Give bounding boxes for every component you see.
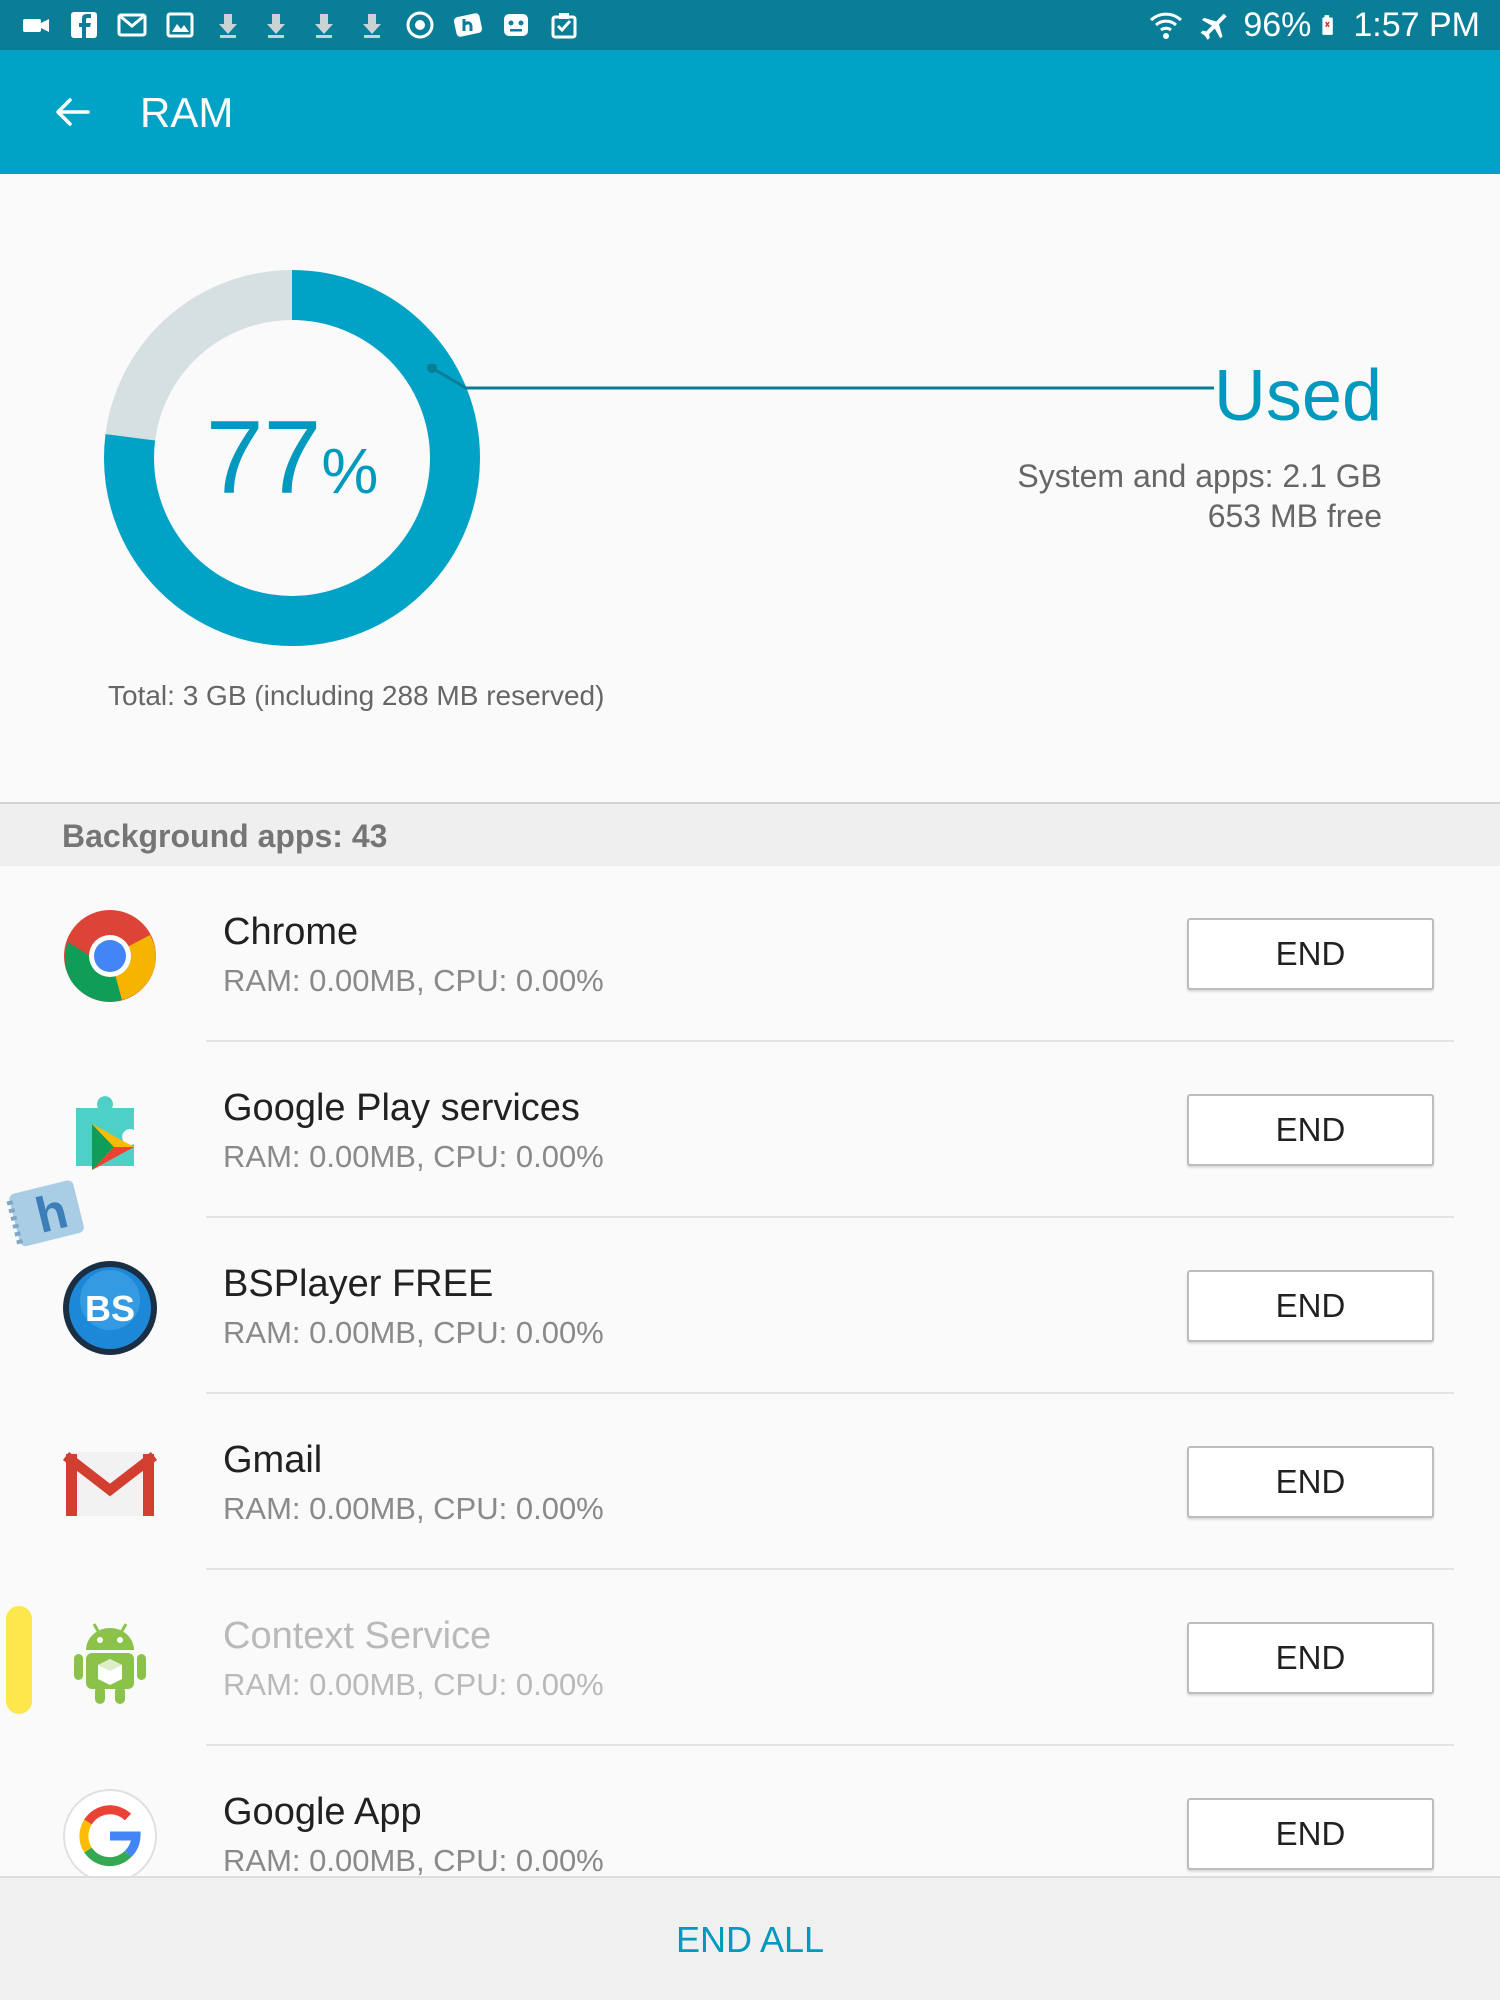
free-memory: 653 MB free xyxy=(1207,498,1382,534)
usage-percent-value: 77 xyxy=(205,400,322,516)
facebook-icon xyxy=(68,9,100,41)
end-button-gmail[interactable]: END xyxy=(1187,1446,1434,1518)
list-item: Chrome RAM: 0.00MB, CPU: 0.00% END xyxy=(0,866,1500,1042)
app-name: Context Service xyxy=(223,1615,492,1657)
chrome-icon xyxy=(62,908,158,1004)
app-name: Google Play services xyxy=(223,1087,580,1129)
end-button-google-app[interactable]: END xyxy=(1187,1798,1434,1870)
background-apps-count: Background apps: 43 xyxy=(62,818,388,854)
app-stats: RAM: 0.00MB, CPU: 0.00% xyxy=(223,1491,604,1526)
status-right: 96% 1:57 PM xyxy=(1147,0,1480,50)
app-stats: RAM: 0.00MB, CPU: 0.00% xyxy=(223,1315,604,1350)
download-icon xyxy=(356,9,388,41)
list-item: Context Service RAM: 0.00MB, CPU: 0.00% … xyxy=(0,1570,1500,1746)
app-stats: RAM: 0.00MB, CPU: 0.00% xyxy=(223,963,604,998)
highlight-marker xyxy=(6,1606,32,1714)
system-apps-usage: System and apps: 2.1 GB xyxy=(1017,458,1382,494)
download-icon xyxy=(308,9,340,41)
gmail-icon xyxy=(62,1436,158,1532)
play-services-icon xyxy=(62,1084,158,1180)
gmail-icon xyxy=(116,9,148,41)
list-item: Google Play services RAM: 0.00MB, CPU: 0… xyxy=(0,1042,1500,1218)
wifi-icon xyxy=(1150,12,1183,39)
used-leader-line xyxy=(427,364,1214,390)
gallery-icon xyxy=(164,9,196,41)
back-button[interactable] xyxy=(44,84,100,140)
game-icon xyxy=(500,9,532,41)
list-item: BS BSPlayer FREE RAM: 0.00MB, CPU: 0.00%… xyxy=(0,1218,1500,1394)
app-name: Chrome xyxy=(223,911,359,953)
app-list: Chrome RAM: 0.00MB, CPU: 0.00% END Googl… xyxy=(0,866,1500,1876)
end-button-chrome[interactable]: END xyxy=(1187,918,1434,990)
airplane-mode-icon xyxy=(1200,13,1228,40)
google-icon xyxy=(62,1788,158,1876)
notification-icons xyxy=(20,8,580,42)
app-stats: RAM: 0.00MB, CPU: 0.00% xyxy=(223,1843,604,1876)
total-memory: Total: 3 GB (including 288 MB reserved) xyxy=(108,680,605,711)
download-icon xyxy=(212,9,244,41)
app-stats: RAM: 0.00MB, CPU: 0.00% xyxy=(223,1139,604,1174)
hipchat-icon: h xyxy=(6,1180,84,1247)
app-name: Google App xyxy=(223,1791,422,1833)
download-icon xyxy=(260,9,292,41)
sync-icon xyxy=(404,9,436,41)
status-bar: 96% 1:57 PM xyxy=(0,0,1500,50)
end-all-button[interactable]: END ALL xyxy=(550,1900,950,1980)
android-icon xyxy=(62,1612,158,1708)
clock: 1:57 PM xyxy=(1353,5,1480,44)
clipboard-icon xyxy=(548,9,580,41)
ram-summary: 77% Used System and apps: 2.1 GB 653 MB … xyxy=(0,174,1500,802)
bsplayer-logo-text: BS xyxy=(85,1288,135,1329)
bsplayer-icon: BS xyxy=(62,1260,158,1356)
background-apps-header: Background apps: 43 xyxy=(0,802,1500,866)
page-title: RAM xyxy=(140,89,234,136)
list-item: Gmail RAM: 0.00MB, CPU: 0.00% END xyxy=(0,1394,1500,1570)
battery-percent: 96% xyxy=(1243,5,1312,44)
battery-icon xyxy=(1322,15,1334,35)
usage-percent-sign: % xyxy=(321,435,379,507)
app-name: BSPlayer FREE xyxy=(223,1263,494,1305)
bottom-bar: END ALL xyxy=(0,1876,1500,2000)
floating-hipchat-badge[interactable]: h xyxy=(4,1176,92,1254)
arrow-left-icon xyxy=(56,98,90,126)
app-bar: RAM xyxy=(0,50,1500,174)
video-icon xyxy=(20,9,52,41)
list-item: Google App RAM: 0.00MB, CPU: 0.00% END xyxy=(0,1746,1500,1876)
hipchat-icon xyxy=(452,9,484,41)
app-name: Gmail xyxy=(223,1439,323,1481)
end-button-context-service[interactable]: END xyxy=(1187,1622,1434,1694)
app-stats: RAM: 0.00MB, CPU: 0.00% xyxy=(223,1667,604,1702)
end-button-bsplayer[interactable]: END xyxy=(1187,1270,1434,1342)
used-label: Used xyxy=(1213,356,1382,436)
end-button-google-play-services[interactable]: END xyxy=(1187,1094,1434,1166)
usage-percent: 77% xyxy=(104,398,480,518)
